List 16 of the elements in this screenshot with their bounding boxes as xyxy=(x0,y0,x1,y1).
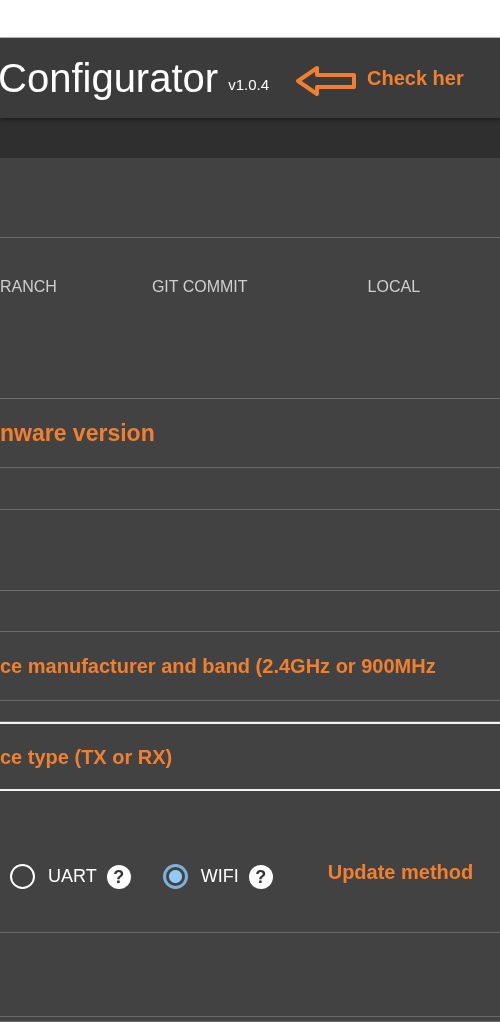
radio-label: UART xyxy=(48,865,97,888)
version-label: v1.0.4 xyxy=(228,74,269,95)
annotation-text: nware version xyxy=(0,418,155,448)
arrow-icon xyxy=(295,65,357,97)
help-icon[interactable]: ? xyxy=(106,864,131,889)
radio-button[interactable] xyxy=(162,864,188,889)
annotation-text: Check her xyxy=(367,66,464,91)
column-header: RANCH xyxy=(0,277,57,297)
radio-label: WIFI xyxy=(200,865,239,888)
annotation-text: Update method xyxy=(327,859,474,885)
column-header: GIT COMMIT xyxy=(151,277,248,297)
help-icon[interactable]: ? xyxy=(248,864,273,889)
column-header: LOCAL xyxy=(367,277,421,297)
app-title: Configurator xyxy=(0,55,219,102)
annotation-text: ce type (TX or RX) xyxy=(0,744,173,770)
annotation-text: ce manufacturer and band (2.4GHz or 900MHz xyxy=(0,654,436,679)
